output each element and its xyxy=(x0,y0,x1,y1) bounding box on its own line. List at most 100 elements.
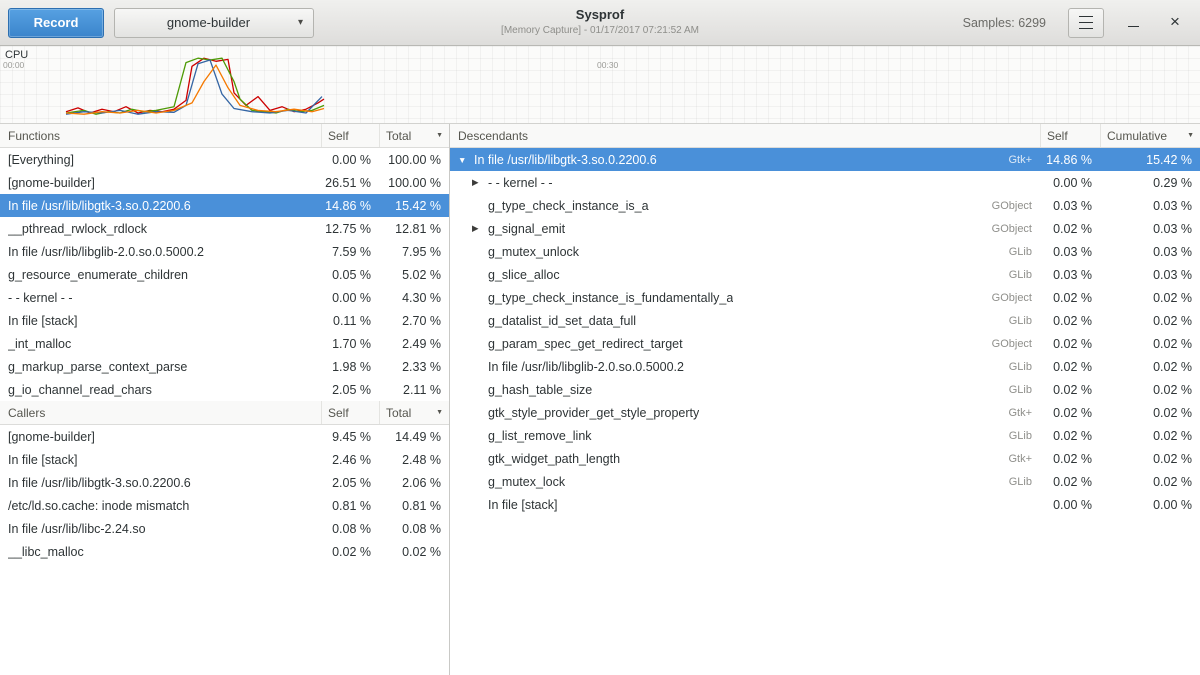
tree-indent xyxy=(458,251,472,252)
self-value: 2.05 % xyxy=(321,476,379,490)
table-row[interactable]: g_hash_table_sizeGLib0.02 %0.02 % xyxy=(450,378,1200,401)
total-value: 2.11 % xyxy=(379,383,449,397)
table-row[interactable]: _int_malloc1.70 %2.49 % xyxy=(0,332,449,355)
sort-indicator-icon: ▼ xyxy=(436,132,443,139)
total-value: 2.06 % xyxy=(379,476,449,490)
headerbar-right: Samples: 6299 × xyxy=(963,8,1192,38)
self-value: 0.08 % xyxy=(321,522,379,536)
self-value: 0.03 % xyxy=(1040,199,1100,213)
minimize-button[interactable] xyxy=(1120,10,1146,36)
tree-indent xyxy=(458,228,472,229)
table-row[interactable]: [Everything]0.00 %100.00 % xyxy=(0,148,449,171)
table-row[interactable]: g_mutex_unlockGLib0.03 %0.03 % xyxy=(450,240,1200,263)
table-row[interactable]: gtk_style_provider_get_style_propertyGtk… xyxy=(450,401,1200,424)
table-row[interactable]: g_type_check_instance_is_aGObject0.03 %0… xyxy=(450,194,1200,217)
total-value: 7.95 % xyxy=(379,245,449,259)
symbol-name: g_markup_parse_context_parse xyxy=(8,360,187,374)
table-row[interactable]: g_io_channel_read_chars2.05 %2.11 % xyxy=(0,378,449,401)
close-button[interactable]: × xyxy=(1162,10,1188,36)
cpu-usage-graph[interactable]: CPU 00:00 00:30 xyxy=(0,46,1200,124)
symbol-name: g_hash_table_size xyxy=(488,383,592,397)
descendants-pane: Descendants Self Cumulative ▼ ▼In file /… xyxy=(450,124,1200,675)
name-cell: g_type_check_instance_is_fundamentally_a… xyxy=(450,291,1040,305)
table-row[interactable]: /etc/ld.so.cache: inode mismatch0.81 %0.… xyxy=(0,494,449,517)
menu-button[interactable] xyxy=(1068,8,1104,38)
total-value: 2.49 % xyxy=(379,337,449,351)
name-cell: - - kernel - - xyxy=(0,291,321,305)
symbol-name: In file /usr/lib/libgtk-3.so.0.2200.6 xyxy=(8,476,191,490)
table-row[interactable]: __pthread_rwlock_rdlock12.75 %12.81 % xyxy=(0,217,449,240)
column-header-descendants[interactable]: Descendants xyxy=(450,124,1040,147)
cumulative-value: 0.00 % xyxy=(1100,498,1200,512)
table-row[interactable]: g_type_check_instance_is_fundamentally_a… xyxy=(450,286,1200,309)
name-cell: g_resource_enumerate_children xyxy=(0,268,321,282)
table-row[interactable]: [gnome-builder]26.51 %100.00 % xyxy=(0,171,449,194)
self-value: 26.51 % xyxy=(321,176,379,190)
column-header-cumulative[interactable]: Cumulative ▼ xyxy=(1100,124,1200,147)
close-icon: × xyxy=(1170,13,1180,30)
name-cell: ▼In file /usr/lib/libgtk-3.so.0.2200.6Gt… xyxy=(450,153,1040,167)
column-header-total[interactable]: Total ▼ xyxy=(379,124,449,147)
symbol-name: [gnome-builder] xyxy=(8,430,95,444)
table-row[interactable]: In file /usr/lib/libc-2.24.so0.08 %0.08 … xyxy=(0,517,449,540)
self-value: 2.05 % xyxy=(321,383,379,397)
self-value: 0.02 % xyxy=(321,545,379,559)
table-row[interactable]: g_list_remove_linkGLib0.02 %0.02 % xyxy=(450,424,1200,447)
symbol-name: _int_malloc xyxy=(8,337,71,351)
name-cell: g_markup_parse_context_parse xyxy=(0,360,321,374)
table-row[interactable]: g_datalist_id_set_data_fullGLib0.02 %0.0… xyxy=(450,309,1200,332)
table-row[interactable]: __libc_malloc0.02 %0.02 % xyxy=(0,540,449,563)
table-row[interactable]: In file [stack]2.46 %2.48 % xyxy=(0,448,449,471)
column-header-self[interactable]: Self xyxy=(321,124,379,147)
self-value: 0.02 % xyxy=(1040,314,1100,328)
table-row[interactable]: g_resource_enumerate_children0.05 %5.02 … xyxy=(0,263,449,286)
name-cell: __pthread_rwlock_rdlock xyxy=(0,222,321,236)
total-value: 12.81 % xyxy=(379,222,449,236)
name-cell: gtk_widget_path_lengthGtk+ xyxy=(450,452,1040,466)
table-row[interactable]: g_mutex_lockGLib0.02 %0.02 % xyxy=(450,470,1200,493)
expander-collapsed-icon[interactable]: ▶ xyxy=(472,177,488,188)
total-value: 15.42 % xyxy=(379,199,449,213)
table-row[interactable]: In file /usr/lib/libglib-2.0.so.0.5000.2… xyxy=(450,355,1200,378)
column-header-callers[interactable]: Callers xyxy=(0,401,321,424)
table-row[interactable]: ▼In file /usr/lib/libgtk-3.so.0.2200.6Gt… xyxy=(450,148,1200,171)
main-area: Functions Self Total ▼ [Everything]0.00 … xyxy=(0,124,1200,675)
symbol-name: g_param_spec_get_redirect_target xyxy=(488,337,683,351)
table-row[interactable]: In file /usr/lib/libgtk-3.so.0.2200.614.… xyxy=(0,194,449,217)
table-row[interactable]: g_markup_parse_context_parse1.98 %2.33 % xyxy=(0,355,449,378)
total-value: 2.48 % xyxy=(379,453,449,467)
callers-table-body: [gnome-builder]9.45 %14.49 %In file [sta… xyxy=(0,425,449,563)
record-button[interactable]: Record xyxy=(8,8,104,38)
tree-indent xyxy=(458,412,472,413)
library-label: GObject xyxy=(992,338,1040,350)
column-header-self[interactable]: Self xyxy=(321,401,379,424)
cumulative-value: 15.42 % xyxy=(1100,153,1200,167)
table-row[interactable]: [gnome-builder]9.45 %14.49 % xyxy=(0,425,449,448)
table-row[interactable]: g_slice_allocGLib0.03 %0.03 % xyxy=(450,263,1200,286)
tree-indent xyxy=(458,389,472,390)
tree-indent xyxy=(458,458,472,459)
name-cell: In file /usr/lib/libgtk-3.so.0.2200.6 xyxy=(0,199,321,213)
symbol-name: g_mutex_unlock xyxy=(488,245,579,259)
table-row[interactable]: In file [stack]0.00 %0.00 % xyxy=(450,493,1200,516)
process-selector-label: gnome-builder xyxy=(125,15,292,30)
name-cell: ▶g_signal_emitGObject xyxy=(450,222,1040,236)
table-row[interactable]: ▶- - kernel - -0.00 %0.29 % xyxy=(450,171,1200,194)
column-header-functions[interactable]: Functions xyxy=(0,124,321,147)
table-row[interactable]: - - kernel - -0.00 %4.30 % xyxy=(0,286,449,309)
column-header-total[interactable]: Total ▼ xyxy=(379,401,449,424)
expander-expanded-icon[interactable]: ▼ xyxy=(458,155,474,165)
table-row[interactable]: g_param_spec_get_redirect_targetGObject0… xyxy=(450,332,1200,355)
name-cell: g_list_remove_linkGLib xyxy=(450,429,1040,443)
table-row[interactable]: In file [stack]0.11 %2.70 % xyxy=(0,309,449,332)
expander-collapsed-icon[interactable]: ▶ xyxy=(472,223,488,234)
process-selector-dropdown[interactable]: gnome-builder ▾ xyxy=(114,8,314,38)
column-header-self[interactable]: Self xyxy=(1040,124,1100,147)
table-row[interactable]: In file /usr/lib/libgtk-3.so.0.2200.6 2.0… xyxy=(0,471,449,494)
table-row[interactable]: ▶g_signal_emitGObject0.02 %0.03 % xyxy=(450,217,1200,240)
table-row[interactable]: gtk_widget_path_lengthGtk+0.02 %0.02 % xyxy=(450,447,1200,470)
symbol-name: g_mutex_lock xyxy=(488,475,565,489)
library-label: GLib xyxy=(1009,269,1040,281)
table-row[interactable]: In file /usr/lib/libglib-2.0.so.0.5000.2… xyxy=(0,240,449,263)
self-value: 9.45 % xyxy=(321,430,379,444)
